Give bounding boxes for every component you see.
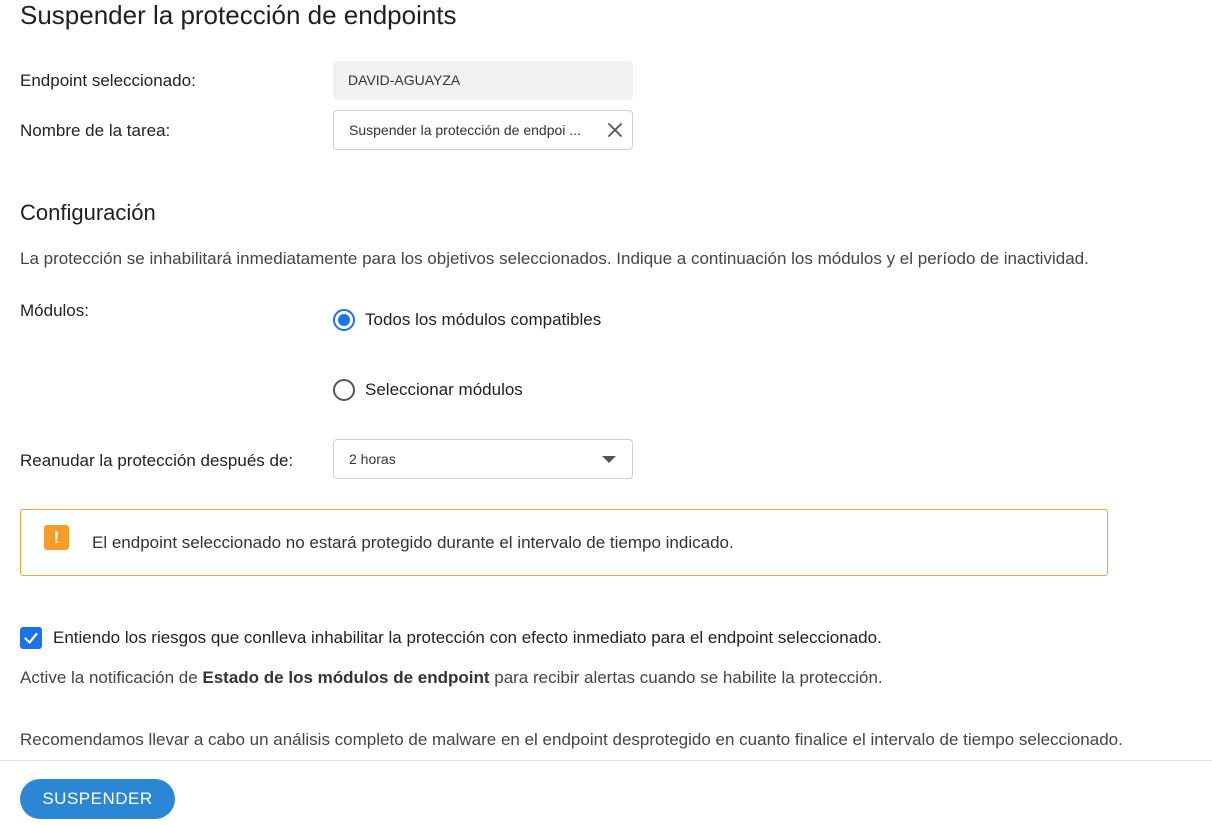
- task-name-field: [333, 110, 633, 150]
- configuration-title: Configuración: [20, 200, 156, 225]
- resume-label: Reanudar la protección después de:: [20, 451, 294, 470]
- clear-icon[interactable]: [598, 111, 632, 149]
- radio-all-modules-label: Todos los módulos compatibles: [365, 310, 602, 329]
- radio-select-modules[interactable]: Seleccionar módulos: [333, 379, 523, 401]
- warning-text: El endpoint seleccionado no estará prote…: [92, 532, 734, 552]
- radio-unselected-icon: [333, 379, 355, 401]
- exclamation-icon: !: [44, 525, 69, 550]
- acknowledge-checkbox[interactable]: [20, 627, 42, 649]
- suspend-button[interactable]: SUSPENDER: [20, 779, 175, 819]
- checkmark-icon: [24, 632, 38, 644]
- resume-dropdown[interactable]: 2 horas: [333, 439, 633, 479]
- configuration-description: La protección se inhabilitará inmediatam…: [20, 249, 1089, 268]
- notification-prefix: Active la notificación de: [20, 668, 203, 687]
- task-name-label: Nombre de la tarea:: [20, 121, 171, 140]
- page-title: Suspender la protección de endpoints: [20, 0, 457, 30]
- endpoint-label: Endpoint seleccionado:: [20, 71, 196, 90]
- notification-suffix: para recibir alertas cuando se habilite …: [489, 668, 883, 687]
- task-name-input[interactable]: [349, 122, 598, 138]
- recommendation-note: Recomendamos llevar a cabo un análisis c…: [20, 730, 1123, 749]
- warning-banner: ! El endpoint seleccionado no estará pro…: [20, 509, 1108, 576]
- endpoint-field: DAVID-AGUAYZA: [333, 61, 633, 100]
- modules-label: Módulos:: [20, 301, 89, 320]
- acknowledge-label: Entiendo los riesgos que conlleva inhabi…: [53, 628, 882, 647]
- notification-note: Active la notificación de Estado de los …: [20, 668, 883, 688]
- chevron-down-icon: [602, 455, 616, 463]
- radio-select-modules-label: Seleccionar módulos: [365, 380, 523, 399]
- notification-module-name: Estado de los módulos de endpoint: [202, 668, 490, 687]
- acknowledge-checkbox-row[interactable]: Entiendo los riesgos que conlleva inhabi…: [20, 627, 882, 649]
- radio-selected-icon: [333, 309, 355, 331]
- radio-all-modules[interactable]: Todos los módulos compatibles: [333, 309, 601, 331]
- footer-divider: [0, 760, 1212, 761]
- resume-dropdown-value: 2 horas: [349, 451, 396, 467]
